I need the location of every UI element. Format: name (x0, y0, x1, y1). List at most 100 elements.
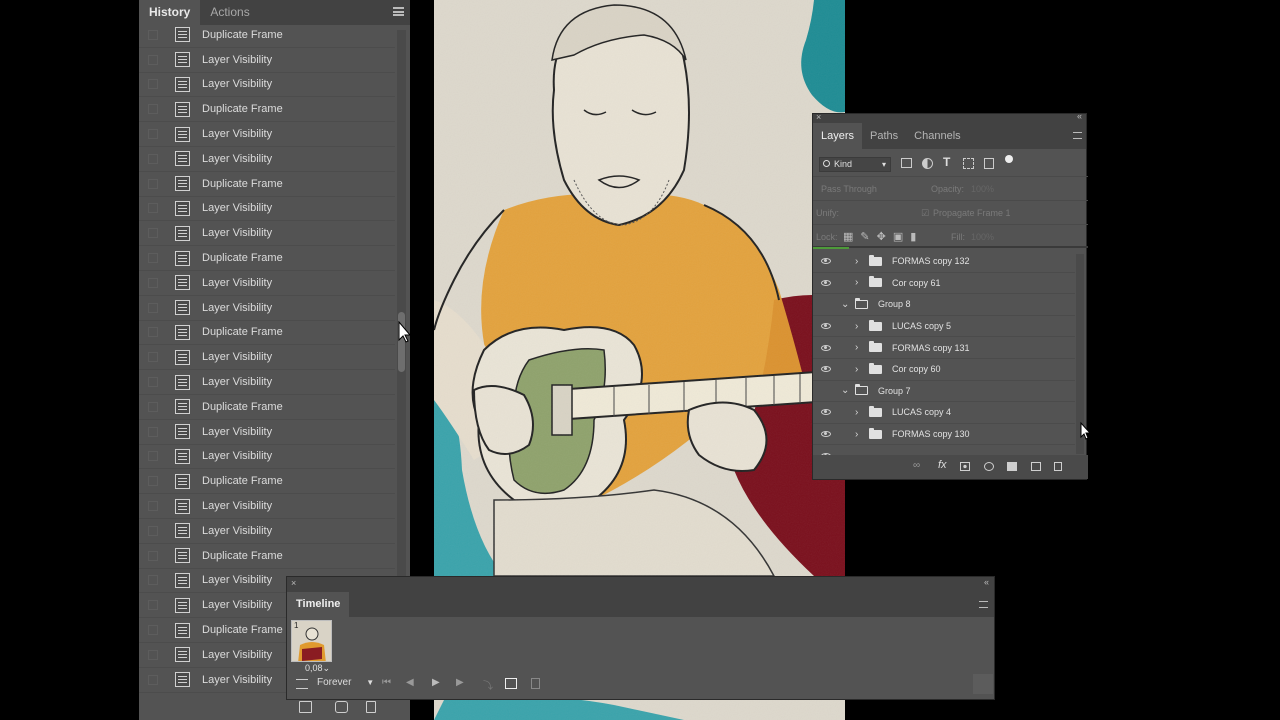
lock-icons[interactable]: ▦✎✥▣▮ (843, 230, 923, 243)
history-brush-source-checkbox[interactable] (148, 476, 158, 487)
new-layer-icon[interactable] (1031, 462, 1041, 471)
history-state[interactable]: Layer Visibility (139, 197, 395, 222)
layer-row[interactable]: › FORMAS copy 131 (813, 337, 1075, 359)
history-brush-source-checkbox[interactable] (148, 525, 158, 536)
history-brush-source-checkbox[interactable] (148, 54, 158, 65)
history-brush-source-checkbox[interactable] (148, 253, 158, 264)
smart-object-filter-icon[interactable] (984, 158, 994, 169)
chevron-down-icon[interactable]: ⌄ (841, 385, 849, 396)
history-state[interactable]: Duplicate Frame (139, 246, 395, 271)
trash-icon[interactable] (1054, 462, 1062, 471)
tab-paths[interactable]: Paths (862, 123, 906, 149)
delete-frame-icon[interactable] (531, 678, 540, 689)
history-state[interactable]: Duplicate Frame (139, 469, 395, 495)
chevron-right-icon[interactable]: › (855, 256, 863, 267)
history-state[interactable]: Layer Visibility (139, 296, 395, 321)
chevron-right-icon[interactable]: › (855, 429, 863, 440)
chevron-right-icon[interactable]: › (855, 342, 863, 353)
collapse-icon[interactable]: « (1077, 111, 1082, 121)
new-document-from-state-icon[interactable] (299, 701, 312, 713)
history-brush-source-checkbox[interactable] (148, 228, 158, 239)
history-state[interactable]: Duplicate Frame (139, 25, 395, 48)
history-state[interactable]: Layer Visibility (139, 445, 395, 470)
tab-actions[interactable]: Actions (200, 0, 259, 25)
timeline-titlebar[interactable]: × « (287, 577, 994, 592)
pixel-filter-icon[interactable] (901, 158, 912, 168)
blend-mode-select[interactable]: Pass Through (821, 184, 877, 194)
animation-frame-thumbnail[interactable]: 1 (291, 620, 332, 662)
previous-frame-icon[interactable]: ◀ (406, 677, 414, 688)
history-brush-source-checkbox[interactable] (148, 575, 158, 586)
history-state[interactable]: Layer Visibility (139, 73, 395, 98)
layer-row-partial[interactable] (813, 445, 1075, 455)
history-brush-source-checkbox[interactable] (148, 501, 158, 512)
history-state[interactable]: Layer Visibility (139, 147, 395, 172)
convert-timeline-icon[interactable] (296, 679, 308, 689)
history-state[interactable]: Duplicate Frame (139, 97, 395, 123)
layer-row[interactable]: › LUCAS copy 5 (813, 316, 1075, 338)
opacity-value[interactable]: 100% (971, 184, 994, 194)
tab-channels[interactable]: Channels (906, 123, 968, 149)
loop-options-select[interactable]: Forever ▼ (317, 677, 374, 688)
tab-history[interactable]: History (139, 0, 201, 25)
visibility-toggle[interactable] (821, 301, 831, 307)
link-layers-icon[interactable]: ∞ (913, 460, 920, 471)
history-brush-source-checkbox[interactable] (148, 29, 158, 40)
history-state[interactable]: Duplicate Frame (139, 395, 395, 420)
layer-row[interactable]: › LUCAS copy 4 (813, 402, 1075, 424)
camera-snapshot-icon[interactable] (335, 701, 348, 713)
shape-filter-icon[interactable] (963, 158, 974, 169)
history-brush-source-checkbox[interactable] (148, 649, 158, 660)
chevron-right-icon[interactable]: › (855, 364, 863, 375)
history-brush-source-checkbox[interactable] (148, 129, 158, 140)
history-state[interactable]: Duplicate Frame (139, 172, 395, 197)
chevron-right-icon[interactable]: › (855, 407, 863, 418)
history-state[interactable]: Duplicate Frame (139, 544, 395, 569)
type-filter-icon[interactable]: T (943, 155, 950, 169)
trash-icon[interactable] (366, 701, 376, 713)
layer-row[interactable]: › FORMAS copy 132 (813, 251, 1075, 273)
first-frame-icon[interactable]: ⏮ (382, 677, 391, 688)
tween-icon[interactable]: ⤵ (483, 677, 493, 692)
history-state[interactable]: Layer Visibility (139, 221, 395, 247)
panel-menu-icon[interactable] (1073, 132, 1082, 139)
fill-value[interactable]: 100% (971, 232, 994, 242)
adjustment-filter-icon[interactable] (922, 158, 933, 169)
layer-row[interactable]: › Cor copy 60 (813, 359, 1075, 381)
frame-delay[interactable]: 0,08⌄ (305, 663, 330, 674)
eye-icon[interactable] (821, 344, 831, 351)
history-state[interactable]: Duplicate Frame (139, 321, 395, 346)
history-brush-source-checkbox[interactable] (148, 153, 158, 164)
eye-icon[interactable] (821, 323, 831, 330)
new-adjustment-layer-icon[interactable] (984, 462, 994, 471)
close-icon[interactable]: × (816, 112, 821, 122)
history-brush-source-checkbox[interactable] (148, 550, 158, 561)
layer-group-row[interactable]: ⌄ Group 8 (813, 294, 1075, 316)
history-state[interactable]: Layer Visibility (139, 122, 395, 147)
filter-toggle-icon[interactable] (1005, 155, 1013, 163)
filter-kind-select[interactable]: Kind ▾ (819, 157, 891, 172)
history-brush-source-checkbox[interactable] (148, 600, 158, 611)
history-state[interactable]: Layer Visibility (139, 271, 395, 296)
visibility-toggle[interactable] (821, 388, 831, 394)
history-state[interactable]: Layer Visibility (139, 420, 395, 445)
history-brush-source-checkbox[interactable] (148, 401, 158, 412)
history-brush-source-checkbox[interactable] (148, 625, 158, 636)
layer-row[interactable]: › Cor copy 61 (813, 273, 1075, 295)
history-state[interactable]: Layer Visibility (139, 519, 395, 544)
propagate-checkbox[interactable]: ☑ (921, 208, 929, 219)
eye-icon[interactable] (821, 258, 831, 265)
eye-icon[interactable] (821, 279, 831, 286)
panel-menu-icon[interactable] (979, 601, 988, 608)
history-state[interactable]: Layer Visibility (139, 370, 395, 395)
eye-icon[interactable] (821, 431, 831, 438)
history-brush-source-checkbox[interactable] (148, 352, 158, 363)
history-brush-source-checkbox[interactable] (148, 277, 158, 288)
chevron-right-icon[interactable]: › (855, 321, 863, 332)
tab-layers[interactable]: Layers (813, 123, 863, 149)
chevron-down-icon[interactable]: ⌄ (841, 299, 849, 310)
history-brush-source-checkbox[interactable] (148, 327, 158, 338)
history-state[interactable]: Layer Visibility (139, 345, 395, 371)
add-mask-icon[interactable] (960, 462, 970, 471)
history-brush-source-checkbox[interactable] (148, 377, 158, 388)
